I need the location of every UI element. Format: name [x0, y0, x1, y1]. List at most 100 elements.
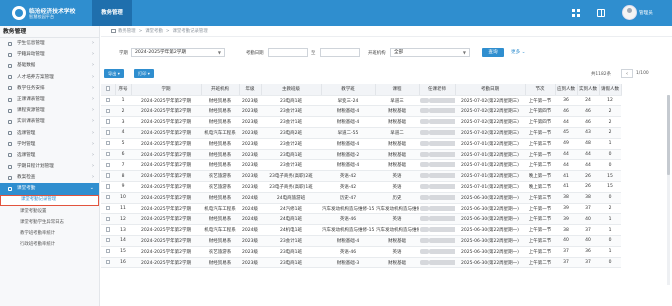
sidebar-item[interactable]: 实训课表管理 ›: [0, 116, 99, 127]
sidebar-item-attendance[interactable]: 课堂考勤 ⌄: [0, 183, 99, 195]
table-row[interactable]: 5 2024-2025学年第2学期 财经贸易系 2023级 23会计2班 财税基础-4 财税…: [101, 138, 669, 150]
table-row[interactable]: 10 2024-2025学年第2学期 财经贸易系 2024级 24电商旅游班 历史-47 历…: [101, 192, 669, 204]
table-row[interactable]: 11 2024-2025学年第2学期 机电汽车工程系 2024级 24汽修1班 汽车发动机…: [101, 203, 669, 215]
sidebar-subitem[interactable]: 行政班考勤率统计: [0, 239, 99, 250]
term-select[interactable]: 2024-2025学年第2学期 ▼: [131, 48, 225, 57]
date-end-input[interactable]: [320, 48, 360, 57]
table-scrollbar[interactable]: [667, 95, 670, 285]
column-header[interactable]: 开班机构: [201, 84, 240, 96]
user-name[interactable]: 管理员: [639, 10, 653, 16]
home-icon[interactable]: [111, 28, 116, 33]
row-select-cell[interactable]: [101, 246, 115, 258]
row-checkbox[interactable]: [105, 248, 111, 254]
column-header[interactable]: 序号: [115, 84, 132, 96]
row-checkbox[interactable]: [105, 151, 111, 157]
sidebar-item[interactable]: 学生信息管理 ›: [0, 38, 99, 49]
row-checkbox[interactable]: [105, 194, 111, 200]
sidebar-item[interactable]: 人才培养方案管理 ›: [0, 72, 99, 83]
nav-tab-academic[interactable]: 教务管理: [92, 0, 132, 26]
sidebar-subitem[interactable]: 课堂考勤学生异常日志: [0, 217, 99, 228]
row-select-cell[interactable]: [101, 257, 115, 269]
sidebar-item[interactable]: 教学任务安排 ›: [0, 83, 99, 94]
table-row[interactable]: 7 2024-2025学年第2学期 财经贸易系 2023级 23会计3班 财税基础-4 财税…: [101, 159, 669, 172]
more-filters-link[interactable]: 更多 ⌄: [511, 49, 526, 55]
row-select-cell[interactable]: [101, 105, 115, 118]
table-row[interactable]: 3 2024-2025学年第2学期 财经贸易系 2023级 23会计1班 财税基础-4 财税…: [101, 116, 669, 129]
table-row[interactable]: 13 2024-2025学年第2学期 机电汽车工程系 2024级 24机电1班 汽车发动机…: [101, 224, 669, 237]
table-row[interactable]: 12 2024-2025学年第2学期 财经贸易系 2024级 24电商1班 英语-46 英语…: [101, 213, 669, 226]
column-header[interactable]: 任课老师: [419, 84, 456, 96]
table-row[interactable]: 6 2024-2025学年第2学期 财经贸易系 2023级 23电商1班 财税基础-2 财税…: [101, 149, 669, 161]
export-button[interactable]: 导出 ▾: [104, 69, 124, 78]
row-select-cell[interactable]: [101, 224, 115, 237]
sidebar-subitem[interactable]: 教学班考勤率统计: [0, 228, 99, 239]
row-checkbox[interactable]: [105, 97, 111, 103]
table-row[interactable]: 15 2024-2025学年第2学期 农艺旅游系 2023级 23电商1班 英语-46 英语…: [101, 246, 669, 258]
row-checkbox[interactable]: [105, 259, 111, 265]
breadcrumb-item[interactable]: 课堂考勤: [145, 29, 163, 34]
column-header[interactable]: 节次: [525, 84, 556, 96]
row-checkbox[interactable]: [105, 173, 111, 178]
sidebar-item[interactable]: 教案检查 ›: [0, 172, 99, 183]
sidebar-subitem[interactable]: 课堂考勤设置: [0, 206, 99, 217]
sidebar-item[interactable]: 正课课表管理 ›: [0, 94, 99, 105]
sidebar-item[interactable]: 课程资源管理 ›: [0, 105, 99, 116]
row-select-cell[interactable]: [101, 95, 115, 107]
sidebar-subitem[interactable]: 课堂考勤记录管理: [0, 194, 99, 206]
sidebar-item[interactable]: 基础数据 ›: [0, 60, 99, 71]
row-checkbox[interactable]: [105, 184, 111, 189]
table-row[interactable]: 8 2024-2025学年第2学期 农艺旅游系 2023级 23电子商务(高职)2班 英语…: [101, 170, 669, 183]
row-checkbox[interactable]: [105, 130, 111, 135]
sidebar-item[interactable]: 选课管理 ›: [0, 150, 99, 161]
select-all-checkbox[interactable]: [105, 86, 110, 91]
breadcrumb-item[interactable]: 教务管理: [118, 29, 136, 34]
table-row[interactable]: 4 2024-2025学年第2学期 机电汽车工程系 2023级 23电商2班 早道二-55…: [101, 127, 669, 139]
row-select-cell[interactable]: [101, 127, 115, 139]
table-row[interactable]: 2 2024-2025学年第2学期 财经贸易系 2023级 23会计3班 财税基础-4 财税…: [101, 105, 669, 118]
book-icon[interactable]: [597, 9, 605, 17]
table-row[interactable]: 1 2024-2025学年第2学期 财经贸易系 2023级 23电商1班 早变三-24 早道…: [101, 95, 669, 107]
apps-grid-icon[interactable]: [572, 9, 580, 17]
row-checkbox[interactable]: [105, 119, 111, 124]
sidebar-item[interactable]: 学时管理 ›: [0, 139, 99, 150]
row-select-cell[interactable]: [101, 170, 115, 183]
row-select-cell[interactable]: [101, 213, 115, 226]
table-row[interactable]: 16 2024-2025学年第2学期 财经贸易系 2023级 23电商1班 财税基础-3 财…: [101, 257, 669, 269]
sidebar-item[interactable]: 学期日程计划管理 ›: [0, 161, 99, 172]
column-header[interactable]: 请假人数: [599, 84, 622, 96]
date-start-input[interactable]: [268, 48, 308, 57]
column-header[interactable]: 课程: [375, 84, 420, 96]
column-header[interactable]: 应到人数: [555, 84, 578, 96]
column-header[interactable]: 教学班: [321, 84, 376, 96]
table-row[interactable]: 9 2024-2025学年第2学期 农艺旅游系 2023级 23电子商务(高职)1班 英语…: [101, 181, 669, 193]
prev-page-button[interactable]: ‹: [621, 69, 633, 78]
column-header[interactable]: 考勤日期: [455, 84, 526, 96]
row-checkbox[interactable]: [105, 227, 111, 232]
column-header[interactable]: 学期: [131, 84, 202, 96]
row-select-cell[interactable]: [101, 149, 115, 161]
sidebar-item[interactable]: 学籍异动管理 ›: [0, 49, 99, 60]
row-select-cell[interactable]: [101, 192, 115, 204]
school-logo[interactable]: 临沧经济技术学校 智慧校园平台: [12, 4, 80, 22]
row-checkbox[interactable]: [105, 205, 111, 211]
row-checkbox[interactable]: [105, 162, 111, 167]
column-header[interactable]: 主教班级: [261, 84, 322, 96]
print-button[interactable]: 打印 ▾: [134, 69, 154, 78]
row-select-cell[interactable]: [101, 235, 115, 247]
row-select-cell[interactable]: [101, 181, 115, 193]
row-checkbox[interactable]: [105, 108, 111, 113]
row-select-cell[interactable]: [101, 138, 115, 150]
row-select-cell[interactable]: [101, 116, 115, 129]
column-header[interactable]: 年级: [239, 84, 262, 96]
query-button[interactable]: 查询: [482, 48, 504, 57]
row-checkbox[interactable]: [105, 140, 111, 146]
table-row[interactable]: 14 2024-2025学年第2学期 财经贸易系 2023级 23会计1班 财税基础-4 财…: [101, 235, 669, 247]
column-header[interactable]: 实到人数: [577, 84, 600, 96]
row-select-cell[interactable]: [101, 159, 115, 172]
row-checkbox[interactable]: [105, 216, 111, 221]
avatar[interactable]: [622, 5, 637, 20]
row-select-cell[interactable]: [101, 203, 115, 215]
row-checkbox[interactable]: [105, 238, 111, 243]
org-select[interactable]: 全部 ▼: [390, 48, 470, 57]
select-all-cell[interactable]: [101, 84, 116, 96]
